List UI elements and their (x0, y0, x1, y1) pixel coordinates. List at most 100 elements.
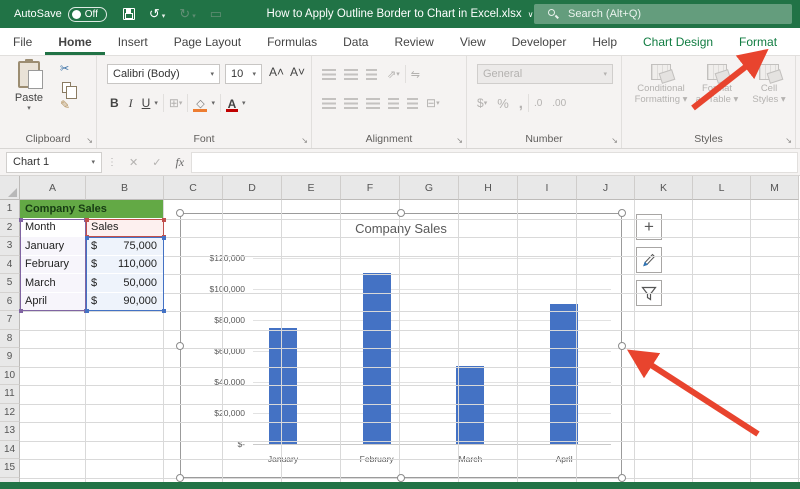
cell-sales-value[interactable]: $110,000 (86, 256, 163, 274)
clipboard-dialog-launcher[interactable]: ↘ (86, 136, 93, 145)
bold-button[interactable]: B (105, 96, 124, 110)
alignment-dialog-launcher[interactable]: ↘ (456, 136, 463, 145)
row-header-7[interactable]: 7 (0, 311, 20, 330)
column-header-h[interactable]: H (459, 176, 518, 200)
cell-sales-value[interactable]: $50,000 (86, 274, 163, 292)
font-name-select[interactable]: Calibri (Body) ▾ (107, 64, 220, 84)
row-header-5[interactable]: 5 (0, 274, 20, 293)
number-dialog-launcher[interactable]: ↘ (611, 136, 618, 145)
styles-dialog-launcher[interactable]: ↘ (785, 136, 792, 145)
row-header-15[interactable]: 15 (0, 459, 20, 478)
column-header-a[interactable]: A (20, 176, 86, 200)
chart-selection-handle[interactable] (618, 342, 626, 350)
chart-styles-button[interactable] (636, 247, 662, 273)
tab-developer[interactable]: Developer (499, 28, 580, 55)
column-header-g[interactable]: G (400, 176, 459, 200)
chart-selection-handle[interactable] (176, 209, 184, 217)
save-icon[interactable] (123, 8, 135, 20)
chart-selection-handle[interactable] (176, 342, 184, 350)
font-size-select[interactable]: 10 ▾ (225, 64, 262, 84)
column-header-m[interactable]: M (751, 176, 799, 200)
row-header-1[interactable]: 1 (0, 200, 20, 219)
cell-month-march[interactable]: March (20, 274, 85, 292)
tab-file[interactable]: File (0, 28, 45, 55)
fill-color-caret-icon[interactable]: ▾ (211, 99, 215, 107)
copy-icon[interactable] (62, 82, 71, 93)
tab-format[interactable]: Format (726, 28, 790, 55)
row-header-9[interactable]: 9 (0, 348, 20, 367)
cell-month-january[interactable]: January (20, 237, 85, 255)
chart-selection-handle[interactable] (397, 474, 405, 482)
tab-insert[interactable]: Insert (105, 28, 161, 55)
row-header-11[interactable]: 11 (0, 385, 20, 404)
quick-access-icon[interactable]: ▭ (210, 6, 222, 22)
column-header-i[interactable]: I (518, 176, 577, 200)
bar-january[interactable] (269, 328, 297, 444)
format-painter-icon[interactable]: ✎ (60, 98, 71, 112)
name-box-caret-icon[interactable]: ▾ (91, 158, 95, 166)
row-header-4[interactable]: 4 (0, 256, 20, 275)
bar-march[interactable] (456, 366, 484, 444)
cell-a1-title[interactable]: Company Sales (20, 200, 163, 218)
paste-caret-icon[interactable]: ▾ (27, 104, 31, 112)
tab-view[interactable]: View (447, 28, 499, 55)
row-header-3[interactable]: 3 (0, 237, 20, 256)
bar-april[interactable] (550, 304, 578, 444)
title-chevron-icon[interactable]: ∨ (528, 10, 534, 19)
cell-b2-sales-header[interactable]: Sales (86, 219, 163, 237)
chart-selection-handle[interactable] (618, 474, 626, 482)
name-box[interactable]: Chart 1 ▾ (6, 152, 102, 173)
insert-function-icon[interactable]: fx (168, 155, 191, 170)
fill-color-icon[interactable]: ◇ (193, 97, 207, 110)
undo-icon[interactable]: ↺▾ (149, 6, 165, 22)
tab-page-layout[interactable]: Page Layout (161, 28, 254, 55)
column-header-c[interactable]: C (164, 176, 223, 200)
tab-chart-design[interactable]: Chart Design (630, 28, 726, 55)
column-header-f[interactable]: F (341, 176, 400, 200)
autosave-control[interactable]: AutoSave Off (14, 7, 107, 22)
formula-input[interactable] (191, 152, 798, 173)
tab-help[interactable]: Help (579, 28, 630, 55)
column-header-k[interactable]: K (635, 176, 693, 200)
autosave-toggle[interactable]: Off (68, 7, 107, 22)
cut-icon[interactable]: ✂ (60, 62, 71, 76)
row-header-14[interactable]: 14 (0, 441, 20, 460)
bar-february[interactable] (363, 273, 391, 444)
paste-button[interactable]: Paste ▾ (8, 61, 50, 125)
italic-button[interactable]: I (124, 96, 138, 111)
cell-sales-value[interactable]: $75,000 (86, 237, 163, 255)
underline-caret-icon[interactable]: ▾ (154, 99, 158, 107)
decrease-font-icon[interactable]: A˅ (290, 65, 305, 79)
row-header-10[interactable]: 10 (0, 367, 20, 386)
cell-month-april[interactable]: April (20, 293, 85, 311)
chart-selection-handle[interactable] (176, 474, 184, 482)
column-header-j[interactable]: J (577, 176, 635, 200)
search-input[interactable]: Search (Alt+Q) (534, 4, 792, 24)
row-header-13[interactable]: 13 (0, 422, 20, 441)
select-all-corner[interactable] (0, 176, 20, 200)
chart-selection-handle[interactable] (618, 209, 626, 217)
column-header-b[interactable]: B (86, 176, 164, 200)
tab-review[interactable]: Review (381, 28, 446, 55)
worksheet-grid[interactable]: Company Sales$120,000$100,000$80,000$60,… (0, 176, 800, 482)
chart-title[interactable]: Company Sales (181, 221, 621, 236)
row-header-6[interactable]: 6 (0, 293, 20, 312)
row-header-8[interactable]: 8 (0, 330, 20, 349)
column-header-e[interactable]: E (282, 176, 341, 200)
undo-caret-icon[interactable]: ▾ (162, 13, 166, 20)
tab-formulas[interactable]: Formulas (254, 28, 330, 55)
font-dialog-launcher[interactable]: ↘ (301, 136, 308, 145)
tab-home[interactable]: Home (45, 28, 104, 55)
row-header-12[interactable]: 12 (0, 404, 20, 423)
column-header-l[interactable]: L (693, 176, 751, 200)
chart-selection-handle[interactable] (397, 209, 405, 217)
tab-data[interactable]: Data (330, 28, 381, 55)
cell-a2-month-header[interactable]: Month (20, 219, 85, 237)
increase-font-icon[interactable]: A˄ (269, 65, 284, 79)
font-color-icon[interactable]: A (226, 97, 238, 110)
font-color-caret-icon[interactable]: ▾ (242, 99, 246, 107)
chart-object[interactable]: Company Sales$120,000$100,000$80,000$60,… (180, 213, 622, 478)
column-header-d[interactable]: D (223, 176, 282, 200)
cell-sales-value[interactable]: $90,000 (86, 293, 163, 311)
row-header-2[interactable]: 2 (0, 219, 20, 238)
